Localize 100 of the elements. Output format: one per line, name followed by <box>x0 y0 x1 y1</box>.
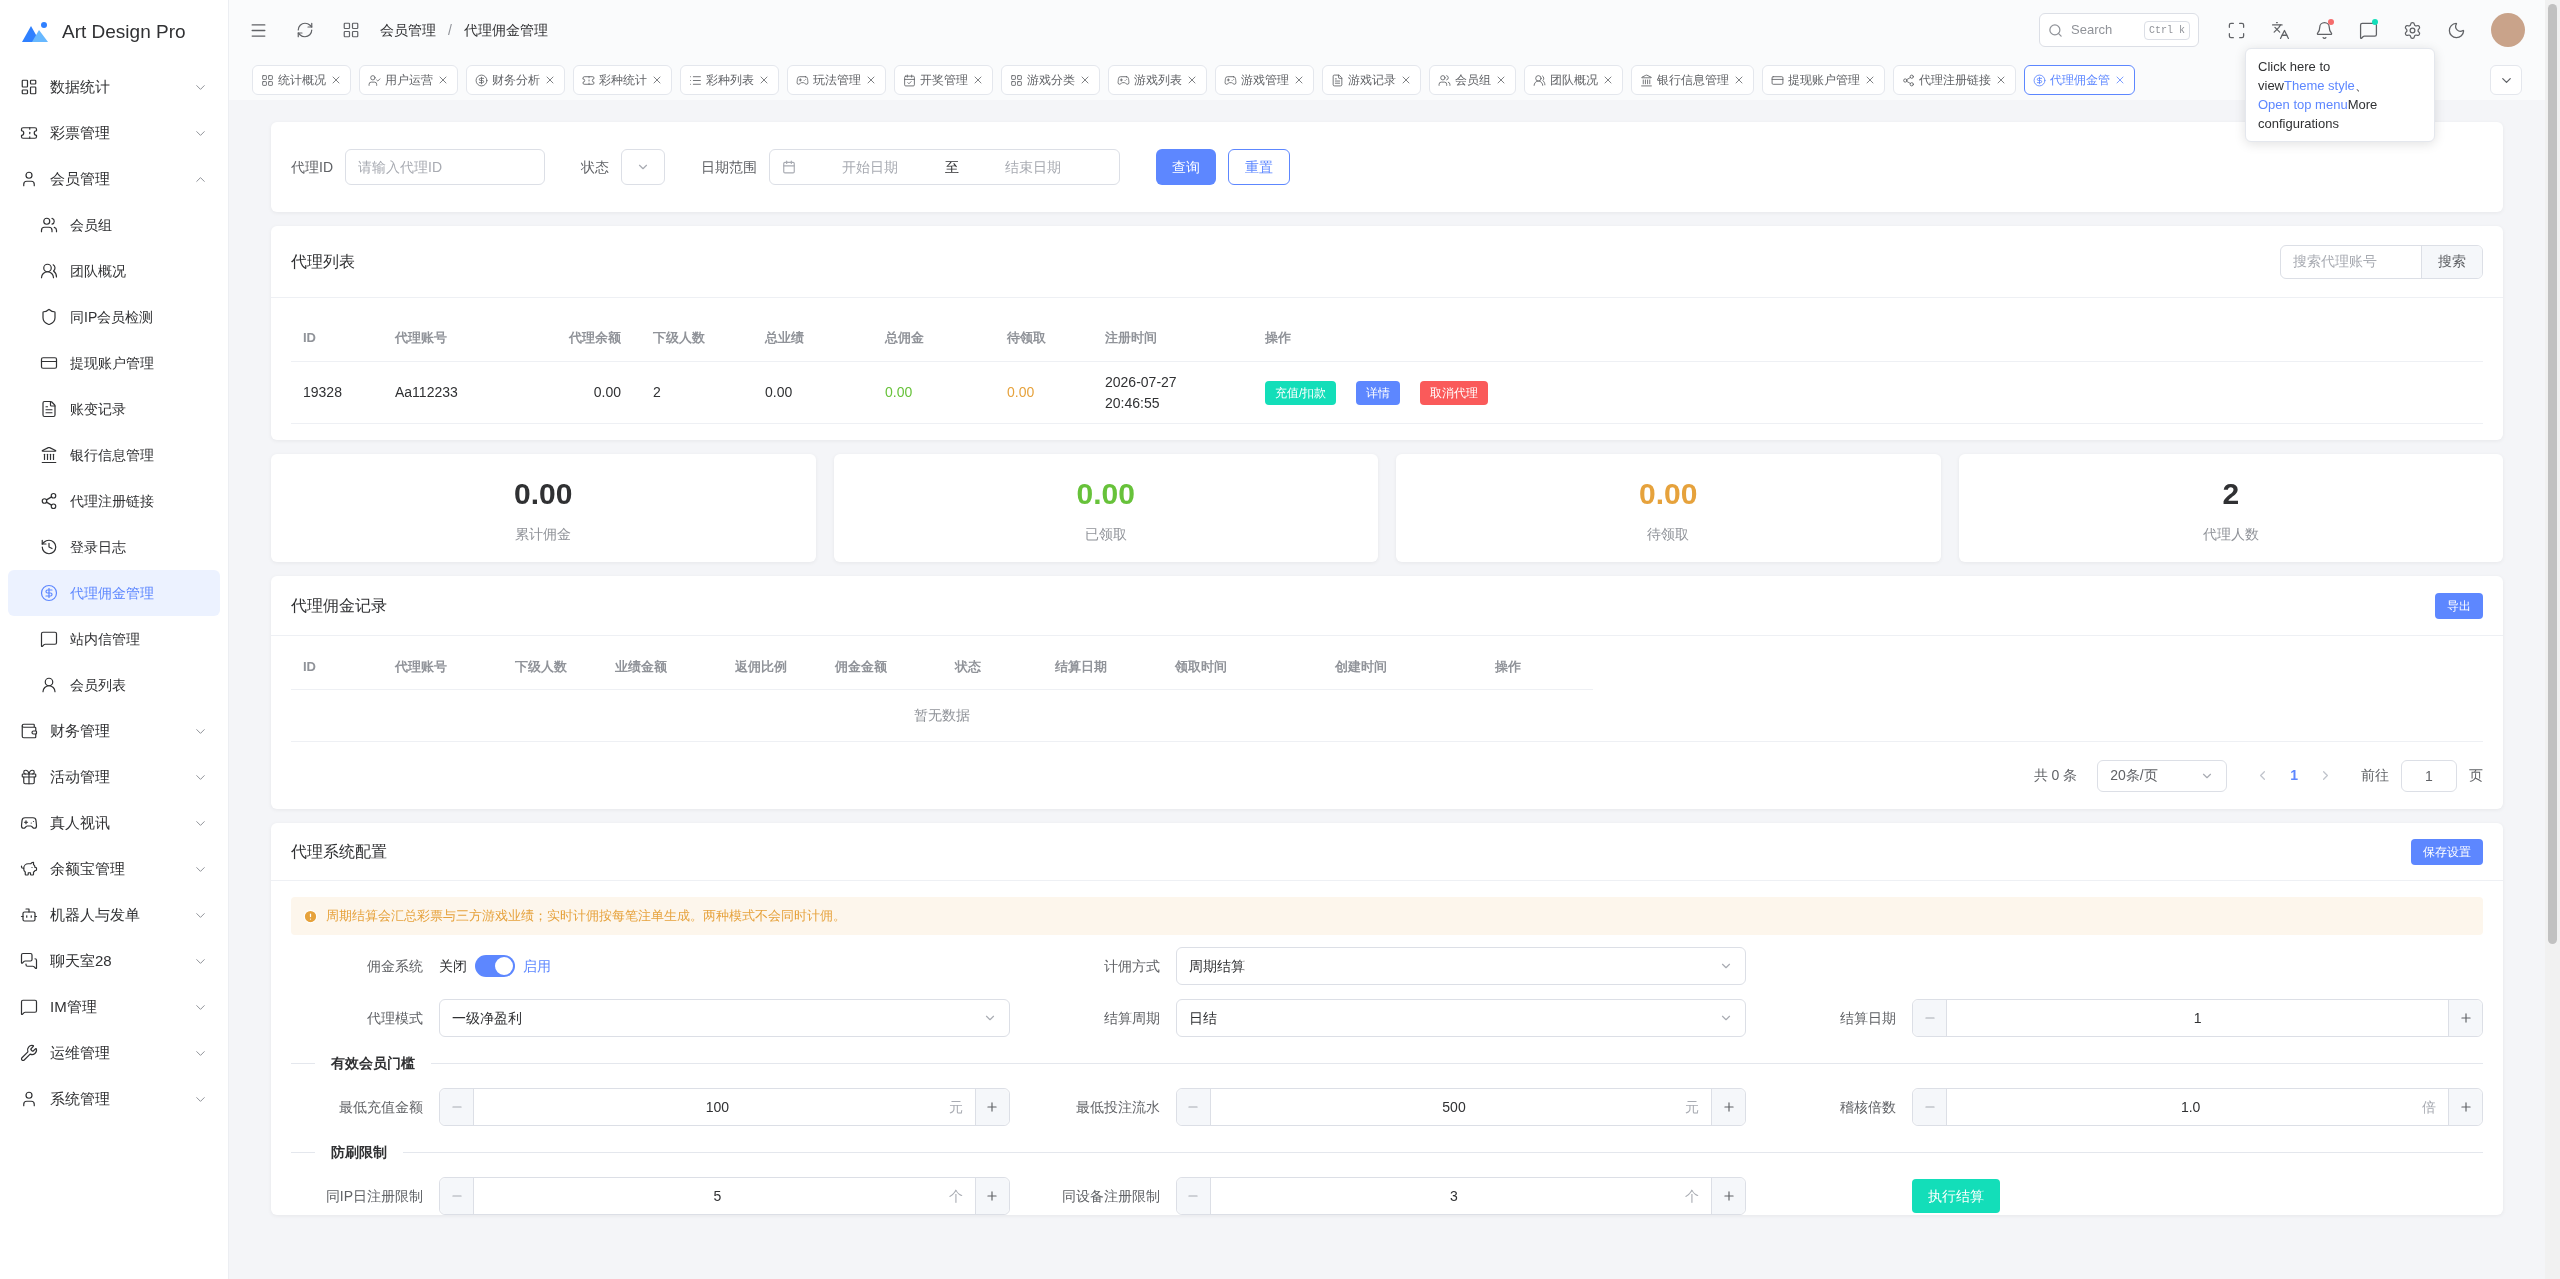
sidebar-item[interactable]: 活动管理 <box>8 754 220 800</box>
sidebar-item[interactable]: 代理注册链接 <box>8 478 220 524</box>
close-icon[interactable] <box>1079 74 1091 86</box>
close-icon[interactable] <box>1293 74 1305 86</box>
search-button[interactable]: 搜索 <box>2421 245 2482 278</box>
page-tab[interactable]: 统计概况 <box>252 65 351 95</box>
page-tab[interactable]: 提现账户管理 <box>1762 65 1885 95</box>
breadcrumb-link[interactable]: 代理佣金管理 <box>463 19 548 41</box>
page-size-select[interactable]: 20条/页 <box>2097 759 2228 792</box>
total-count: 共 0 条 <box>2033 766 2078 785</box>
grid-icon[interactable] <box>342 21 360 39</box>
sidebar-item[interactable]: IM管理 <box>8 984 220 1030</box>
close-icon[interactable] <box>1186 74 1198 86</box>
page-tab[interactable]: 代理注册链接 <box>1893 65 2016 95</box>
refresh-icon[interactable] <box>296 21 314 39</box>
close-icon[interactable] <box>972 74 984 86</box>
chat-icon[interactable] <box>2359 20 2378 40</box>
field-label: 状态 <box>581 157 609 177</box>
fullscreen-icon[interactable] <box>2227 20 2246 40</box>
close-icon[interactable] <box>437 74 449 86</box>
card-title: 代理系统配置 <box>291 841 388 862</box>
sidebar-item[interactable]: 会员列表 <box>8 662 220 708</box>
share-icon <box>40 492 58 510</box>
column-header: 领取时间 <box>1173 657 1228 676</box>
page-tab[interactable]: 银行信息管理 <box>1631 65 1754 95</box>
sidebar-item[interactable]: 银行信息管理 <box>8 432 220 478</box>
scrollbar[interactable] <box>2545 0 2560 1279</box>
form-label: 佣金系统 <box>366 956 424 976</box>
page-tab[interactable]: 游戏管理 <box>1215 65 1314 95</box>
switch-off-label: 关闭 <box>439 956 467 976</box>
settings-icon[interactable] <box>2403 20 2422 40</box>
page-tab[interactable]: 玩法管理 <box>787 65 886 95</box>
close-icon[interactable] <box>1400 74 1412 86</box>
sidebar-item[interactable]: 真人视讯 <box>8 800 220 846</box>
document-icon <box>40 400 58 418</box>
ticket-icon <box>20 124 38 142</box>
sidebar-item[interactable]: 提现账户管理 <box>8 340 220 386</box>
moon-icon[interactable] <box>2447 20 2466 40</box>
table-cell-text: 0.00 <box>764 383 794 402</box>
close-icon[interactable] <box>1995 74 2007 86</box>
translate-icon[interactable] <box>2271 20 2290 40</box>
select-field[interactable]: 日结 <box>1175 999 1747 1037</box>
sidebar-item[interactable]: 同IP会员检测 <box>8 294 220 340</box>
page-tab[interactable]: 彩种统计 <box>573 65 672 95</box>
close-icon[interactable] <box>1602 74 1614 86</box>
toggle-switch[interactable] <box>475 955 515 977</box>
select-field[interactable]: 周期结算 <box>1175 947 1747 985</box>
sidebar-item[interactable]: 运维管理 <box>8 1030 220 1076</box>
date-range-field[interactable]: 开始日期 至 结束日期 <box>769 149 1120 185</box>
dashboard-icon <box>20 78 38 96</box>
logo-text: Art Design Pro <box>62 19 186 44</box>
page-tab[interactable]: 开奖管理 <box>894 65 993 95</box>
card-title: 代理列表 <box>291 251 356 272</box>
bank-icon <box>1640 73 1653 87</box>
sidebar-item[interactable]: 聊天室28 <box>8 938 220 984</box>
group-icon <box>1533 73 1546 87</box>
page-tab[interactable]: 代理佣金管 <box>2024 65 2135 95</box>
select-field[interactable]: 一级净盈利 <box>439 999 1010 1037</box>
close-icon[interactable] <box>544 74 556 86</box>
stat-value: 2 <box>2222 476 2240 512</box>
close-icon[interactable] <box>651 74 663 86</box>
sidebar-item[interactable]: 团队概况 <box>8 248 220 294</box>
page-tab[interactable]: 会员组 <box>1429 65 1516 95</box>
sidebar-item[interactable]: 系统管理 <box>8 1076 220 1122</box>
column-header: 状态 <box>953 657 982 676</box>
sidebar-item[interactable]: 会员管理 <box>8 156 220 202</box>
close-icon[interactable] <box>758 74 770 86</box>
column-header: ID <box>302 328 317 347</box>
search-icon <box>2048 22 2063 38</box>
sidebar-item[interactable]: 会员组 <box>8 202 220 248</box>
close-icon[interactable] <box>2114 74 2126 86</box>
page-tab[interactable]: 游戏记录 <box>1322 65 1421 95</box>
page-tab[interactable]: 游戏列表 <box>1108 65 1207 95</box>
stat-label: 累计佣金 <box>515 525 572 544</box>
close-icon[interactable] <box>1733 74 1745 86</box>
sidebar-item[interactable]: 账变记录 <box>8 386 220 432</box>
bell-icon[interactable] <box>2315 20 2334 40</box>
sidebar-item[interactable]: 登录日志 <box>8 524 220 570</box>
close-icon[interactable] <box>1864 74 1876 86</box>
sidebar-item[interactable]: 站内信管理 <box>8 616 220 662</box>
breadcrumb-link[interactable]: 会员管理 <box>380 19 436 41</box>
page-input[interactable]: 1 <box>2401 759 2457 792</box>
grid-icon <box>261 73 274 87</box>
input-field[interactable]: 请输入代理ID <box>345 149 545 185</box>
close-icon[interactable] <box>1495 74 1507 86</box>
page-tab[interactable]: 财务分析 <box>466 65 565 95</box>
close-icon[interactable] <box>330 74 342 86</box>
page-tab[interactable]: 游戏分类 <box>1001 65 1100 95</box>
page-tab[interactable]: 团队概况 <box>1524 65 1623 95</box>
sidebar-item[interactable]: 机器人与发单 <box>8 892 220 938</box>
empty-text: 暂无数据 <box>914 706 970 725</box>
sidebar-item[interactable]: 财务管理 <box>8 708 220 754</box>
avatar[interactable] <box>2491 13 2525 47</box>
page-tab[interactable]: 用户运营 <box>359 65 458 95</box>
close-icon[interactable] <box>865 74 877 86</box>
sidebar-item[interactable]: 余额宝管理 <box>8 846 220 892</box>
sidebar-item[interactable]: 彩票管理 <box>8 110 220 156</box>
sidebar-item[interactable]: 数据统计 <box>8 64 220 110</box>
search-field[interactable]: 搜索代理账号 搜索 <box>2280 244 2483 279</box>
page-tab[interactable]: 彩种列表 <box>680 65 779 95</box>
